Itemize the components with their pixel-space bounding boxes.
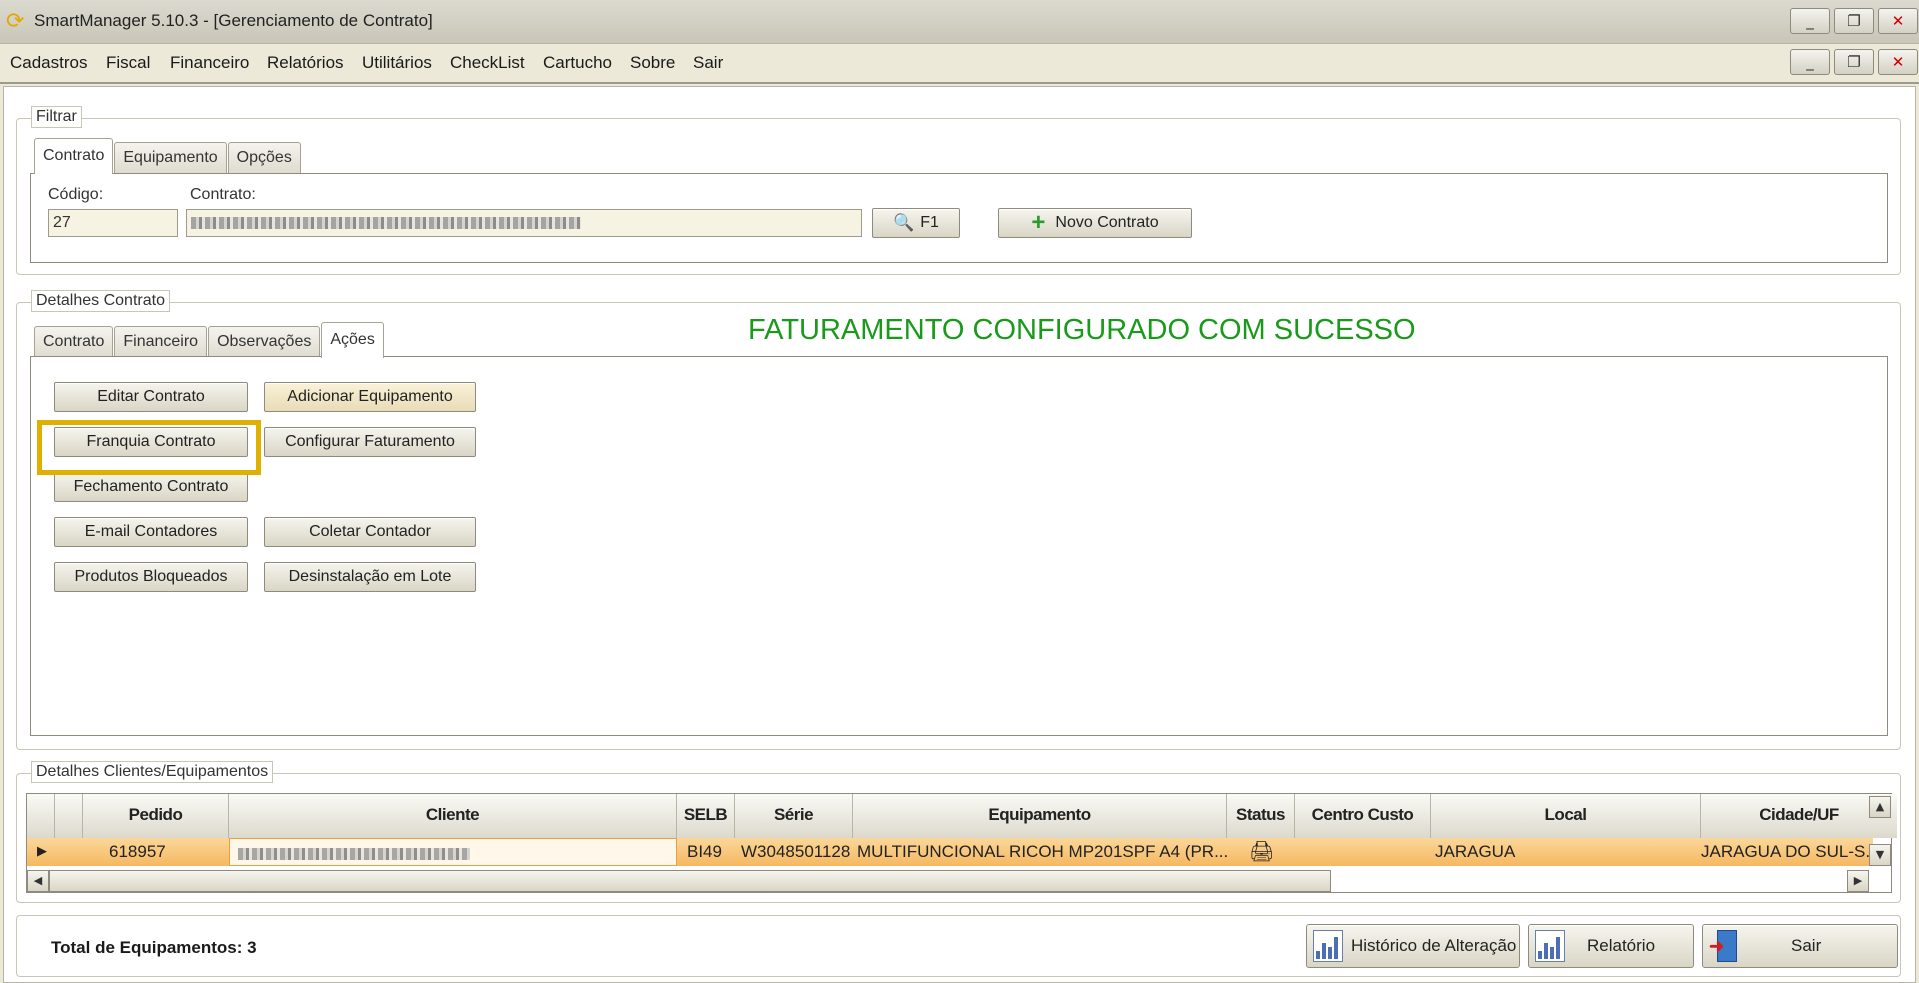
col-cliente[interactable]: Cliente	[229, 794, 677, 838]
window-controls: _ ❐ ✕	[1790, 8, 1918, 34]
equipamentos-legend: Detalhes Clientes/Equipamentos	[31, 761, 274, 783]
tab-detalhes-observacoes[interactable]: Observações	[208, 326, 321, 358]
email-contadores-button[interactable]: E-mail Contadores	[54, 517, 248, 547]
editar-contrato-button[interactable]: Editar Contrato	[54, 382, 248, 412]
report-icon	[1535, 930, 1565, 962]
cell-selb: BI49	[687, 842, 722, 861]
menu-financeiro[interactable]: Financeiro	[170, 53, 249, 73]
search-icon: 🔍	[893, 213, 915, 232]
report-icon	[1313, 930, 1343, 962]
plus-icon: +	[1031, 209, 1046, 236]
restore-button[interactable]: ❐	[1834, 8, 1874, 34]
relatorio-button[interactable]: Relatório	[1528, 924, 1694, 968]
grid-corner	[27, 794, 55, 838]
total-equipamentos: Total de Equipamentos: 3	[51, 938, 257, 957]
historico-label: Histórico de Alteração	[1351, 936, 1517, 955]
col-selb[interactable]: SELB	[677, 794, 735, 838]
cell-cidade-uf: JARAGUA DO SUL-S...	[1701, 842, 1875, 861]
sair-button[interactable]: ➜ Sair	[1702, 924, 1898, 968]
produtos-bloqueados-button[interactable]: Produtos Bloqueados	[54, 562, 248, 592]
col-pedido[interactable]: Pedido	[83, 794, 229, 838]
codigo-field[interactable]: 27	[48, 209, 178, 237]
codigo-label: Código:	[48, 186, 104, 203]
scroll-right-button[interactable]: ▶	[1847, 870, 1869, 892]
cell-equipamento: MULTIFUNCIONAL RICOH MP201SPF A4 (PR...	[857, 842, 1227, 861]
filtrar-tabs: Contrato Equipamento Opções	[34, 138, 301, 174]
configurar-faturamento-button[interactable]: Configurar Faturamento	[264, 427, 476, 457]
contrato-label: Contrato:	[190, 186, 256, 203]
search-f1-label: F1	[920, 214, 939, 231]
adicionar-equipamento-button[interactable]: Adicionar Equipamento	[264, 382, 476, 412]
coletar-contador-button[interactable]: Coletar Contador	[264, 517, 476, 547]
tab-detalhes-financeiro[interactable]: Financeiro	[114, 326, 208, 358]
cell-cliente[interactable]	[229, 838, 677, 866]
mdi-window-controls: _ ❐ ✕	[1790, 49, 1918, 75]
relatorio-label: Relatório	[1587, 936, 1656, 955]
menu-utilitarios[interactable]: Utilitários	[362, 53, 432, 73]
scroll-down-button[interactable]: ▼	[1869, 844, 1891, 866]
tab-opcoes[interactable]: Opções	[227, 142, 301, 174]
cell-local: JARAGUA	[1435, 842, 1516, 861]
redacted-contract-name	[191, 216, 581, 229]
grid-select-column	[55, 794, 83, 838]
col-status[interactable]: Status	[1227, 794, 1295, 838]
app-logo-icon: ⟳	[6, 8, 25, 33]
sair-label: Sair	[1791, 936, 1822, 955]
menu-cartucho[interactable]: Cartucho	[543, 53, 612, 73]
tab-contrato[interactable]: Contrato	[34, 138, 114, 174]
row-pointer-icon: ▶	[37, 844, 47, 859]
mdi-restore-button[interactable]: ❐	[1834, 49, 1874, 75]
minimize-button[interactable]: _	[1790, 8, 1830, 34]
menu-relatorios[interactable]: Relatórios	[267, 53, 344, 73]
desinstalacao-lote-button[interactable]: Desinstalação em Lote	[264, 562, 476, 592]
success-message: FATURAMENTO CONFIGURADO COM SUCESSO	[748, 314, 1416, 346]
window-title: SmartManager 5.10.3 - [Gerenciamento de …	[34, 11, 433, 30]
franquia-contrato-button[interactable]: Franquia Contrato	[54, 427, 248, 457]
menu-sobre[interactable]: Sobre	[630, 53, 675, 73]
menu-sair[interactable]: Sair	[693, 53, 723, 73]
cell-centro-custo	[1295, 838, 1431, 866]
close-button[interactable]: ✕	[1878, 8, 1918, 34]
tab-detalhes-acoes[interactable]: Ações	[321, 322, 384, 358]
tab-equipamento[interactable]: Equipamento	[114, 142, 227, 174]
menu-fiscal[interactable]: Fiscal	[106, 53, 150, 73]
col-equipamento[interactable]: Equipamento	[853, 794, 1227, 838]
filtrar-legend: Filtrar	[31, 106, 82, 128]
fechamento-contrato-button[interactable]: Fechamento Contrato	[54, 472, 248, 502]
col-serie[interactable]: Série	[735, 794, 853, 838]
mdi-close-button[interactable]: ✕	[1878, 49, 1918, 75]
horizontal-scrollbar-thumb[interactable]	[49, 870, 1331, 892]
printer-icon: 🖨	[1249, 841, 1275, 863]
contrato-field[interactable]	[186, 209, 862, 237]
search-f1-button[interactable]: 🔍 F1	[872, 208, 960, 238]
cell-pedido: 618957	[109, 842, 166, 861]
detalhes-tabs: Contrato Financeiro Observações Ações	[34, 322, 384, 358]
title-bar: ⟳ SmartManager 5.10.3 - [Gerenciamento d…	[0, 0, 1919, 44]
scroll-up-button[interactable]: ▲	[1869, 796, 1891, 818]
redacted-client-name	[238, 847, 470, 860]
col-local[interactable]: Local	[1431, 794, 1701, 838]
novo-contrato-label: Novo Contrato	[1055, 214, 1159, 231]
historico-alteracao-button[interactable]: Histórico de Alteração	[1306, 924, 1520, 968]
menu-bar: Cadastros Fiscal Financeiro Relatórios U…	[0, 44, 1919, 84]
cell-serie: W3048501128	[741, 842, 851, 861]
menu-cadastros[interactable]: Cadastros	[10, 53, 87, 73]
menu-checklist[interactable]: CheckList	[450, 53, 525, 73]
detalhes-contrato-legend: Detalhes Contrato	[31, 290, 170, 312]
tab-detalhes-contrato[interactable]: Contrato	[34, 326, 114, 358]
equipamentos-grid: Pedido Cliente SELB Série Equipamento St…	[26, 793, 1897, 893]
col-centro-custo[interactable]: Centro Custo	[1295, 794, 1431, 838]
novo-contrato-button[interactable]: + Novo Contrato	[998, 208, 1192, 238]
col-cidade-uf[interactable]: Cidade/UF	[1701, 794, 1897, 838]
mdi-minimize-button[interactable]: _	[1790, 49, 1830, 75]
scroll-left-button[interactable]: ◀	[27, 870, 49, 892]
exit-door-icon: ➜	[1709, 929, 1739, 963]
